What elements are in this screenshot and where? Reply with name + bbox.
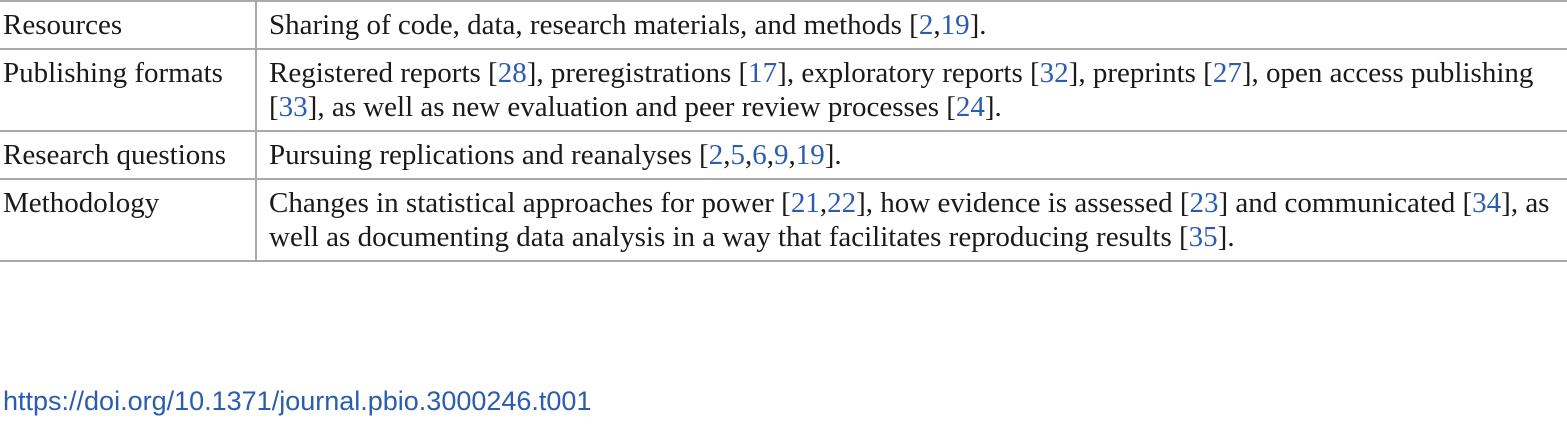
table-row: Methodology Changes in statistical appro… bbox=[0, 179, 1567, 261]
citation-link[interactable]: 5 bbox=[730, 139, 745, 171]
table-row: Resources Sharing of code, data, researc… bbox=[0, 1, 1567, 49]
description-text: ]. bbox=[969, 9, 987, 41]
open-science-table: Resources Sharing of code, data, researc… bbox=[0, 0, 1567, 262]
table-body: Resources Sharing of code, data, researc… bbox=[0, 1, 1567, 261]
citation-link[interactable]: 17 bbox=[748, 57, 777, 89]
citation-link[interactable]: 27 bbox=[1213, 57, 1242, 89]
citation-link[interactable]: 9 bbox=[774, 139, 789, 171]
citation-link[interactable]: 33 bbox=[279, 91, 308, 123]
description-text: ], how evidence is assessed [ bbox=[856, 187, 1190, 219]
table-row: Research questions Pursuing replications… bbox=[0, 131, 1567, 179]
citation-link[interactable]: 19 bbox=[796, 139, 825, 171]
doi-link[interactable]: https://doi.org/10.1371/journal.pbio.300… bbox=[3, 386, 591, 417]
description-text: Pursuing replications and reanalyses [ bbox=[269, 139, 709, 171]
description-text: ], preregistrations [ bbox=[526, 57, 749, 89]
description-text: Sharing of code, data, research material… bbox=[269, 9, 919, 41]
citation-link[interactable]: 6 bbox=[752, 139, 767, 171]
row-label: Publishing formats bbox=[0, 49, 257, 131]
citation-link[interactable]: 23 bbox=[1190, 187, 1219, 219]
description-text: ]. bbox=[984, 91, 1002, 123]
citation-link[interactable]: 32 bbox=[1040, 57, 1069, 89]
description-text: , bbox=[788, 139, 796, 171]
citation-link[interactable]: 34 bbox=[1472, 187, 1501, 219]
description-text: ]. bbox=[824, 139, 842, 171]
description-text: , bbox=[933, 9, 941, 41]
row-description: Sharing of code, data, research material… bbox=[256, 1, 1567, 49]
row-description: Registered reports [28], preregistration… bbox=[256, 49, 1567, 131]
row-description: Changes in statistical approaches for po… bbox=[256, 179, 1567, 261]
row-label: Resources bbox=[0, 1, 257, 49]
table-row: Publishing formats Registered reports [2… bbox=[0, 49, 1567, 131]
description-text: ], as well as new evaluation and peer re… bbox=[307, 91, 956, 123]
citation-link[interactable]: 2 bbox=[919, 9, 934, 41]
citation-link[interactable]: 21 bbox=[791, 187, 820, 219]
description-text: Changes in statistical approaches for po… bbox=[269, 187, 791, 219]
row-label: Research questions bbox=[0, 131, 257, 179]
description-text: , bbox=[819, 187, 828, 219]
citation-link[interactable]: 2 bbox=[709, 139, 724, 171]
citation-link[interactable]: 24 bbox=[956, 91, 985, 123]
table-container: Resources Sharing of code, data, researc… bbox=[0, 0, 1567, 262]
description-text: ] and communicated [ bbox=[1218, 187, 1473, 219]
citation-link[interactable]: 22 bbox=[827, 187, 856, 219]
citation-link[interactable]: 28 bbox=[498, 57, 527, 89]
citation-link[interactable]: 19 bbox=[941, 9, 970, 41]
description-text: , bbox=[766, 139, 774, 171]
citation-link[interactable]: 35 bbox=[1189, 221, 1218, 253]
description-text: Registered reports [ bbox=[269, 57, 498, 89]
row-label: Methodology bbox=[0, 179, 257, 261]
description-text: ], preprints [ bbox=[1068, 57, 1213, 89]
description-text: ]. bbox=[1217, 221, 1235, 253]
description-text: ], exploratory reports [ bbox=[777, 57, 1040, 89]
row-description: Pursuing replications and reanalyses [2,… bbox=[256, 131, 1567, 179]
